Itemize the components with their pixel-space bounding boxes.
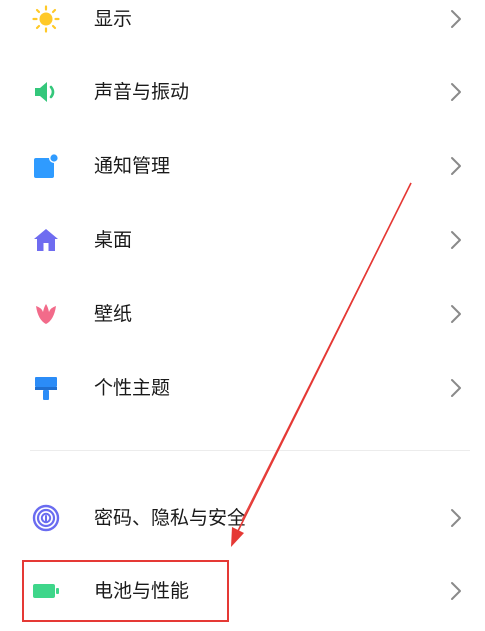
settings-item-label: 壁纸 [94,303,133,325]
settings-list: 显示 声音与振动 通知管理 桌面 壁纸 个性主题 密码、隐私与安全 电池与性能 [0,0,485,631]
settings-item-display[interactable]: 显示 [0,0,485,47]
settings-item-label: 通知管理 [94,155,171,177]
settings-item-home-screen[interactable]: 桌面 [0,212,485,268]
settings-item-label: 桌面 [94,229,133,251]
chevron-right-icon [449,229,463,251]
chevron-right-icon [449,155,463,177]
settings-item-themes[interactable]: 个性主题 [0,360,485,416]
speaker-icon [32,78,60,106]
settings-item-label: 个性主题 [94,377,171,399]
chevron-right-icon [449,81,463,103]
home-icon [32,226,60,254]
settings-item-label: 声音与振动 [94,81,190,103]
chevron-right-icon [449,580,463,602]
settings-item-wallpaper[interactable]: 壁纸 [0,286,485,342]
chevron-right-icon [449,303,463,325]
fingerprint-icon [32,504,60,532]
brush-icon [32,374,60,402]
section-divider [30,450,470,451]
chevron-right-icon [449,507,463,529]
annotation-highlight-box [22,560,229,622]
chevron-right-icon [449,377,463,399]
settings-item-label: 显示 [94,8,133,30]
chevron-right-icon [449,8,463,30]
notification-icon [32,152,60,180]
tulip-icon [32,300,60,328]
sun-icon [32,5,60,33]
settings-item-privacy-security[interactable]: 密码、隐私与安全 [0,490,485,546]
settings-item-notifications[interactable]: 通知管理 [0,138,485,194]
settings-item-sound[interactable]: 声音与振动 [0,64,485,120]
settings-item-label: 密码、隐私与安全 [94,507,247,529]
